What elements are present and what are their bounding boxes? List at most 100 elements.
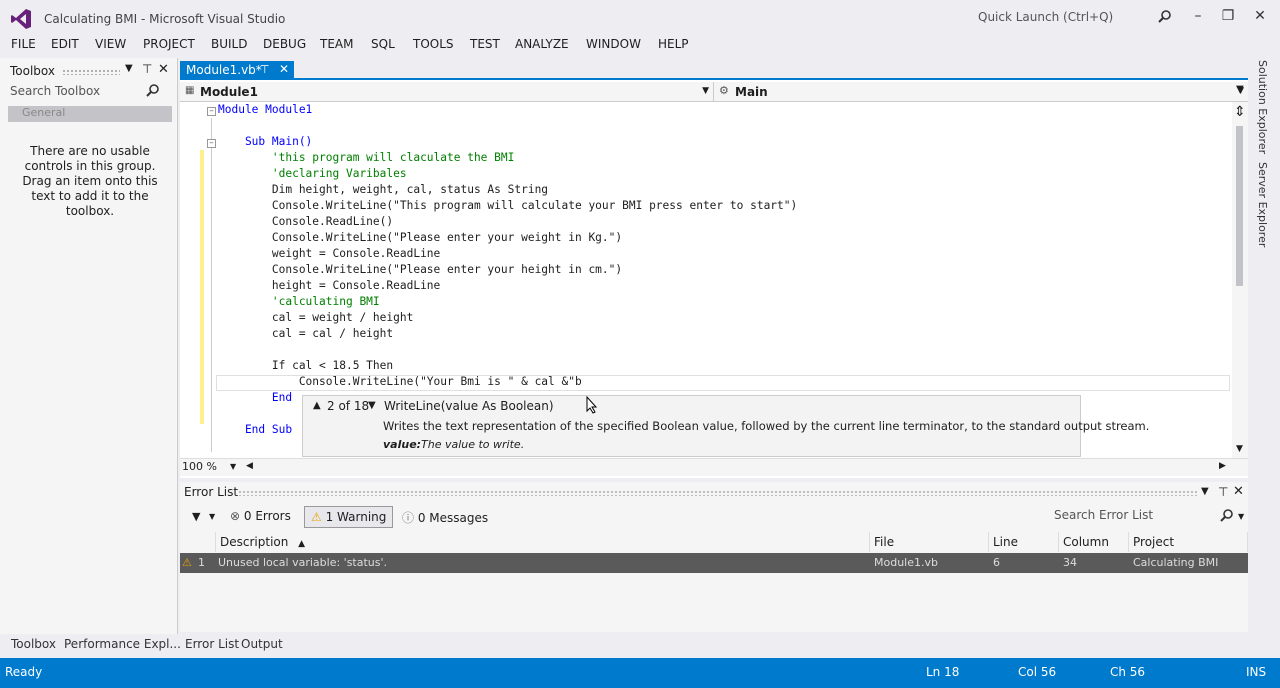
menu-tools[interactable]: TOOLS (413, 37, 454, 51)
close-icon[interactable]: ✕ (158, 62, 169, 77)
tab-performance-explorer[interactable]: Performance Expl... (64, 637, 181, 651)
pin-icon[interactable]: ⊤ (260, 63, 270, 76)
column-header-file[interactable]: File (870, 532, 989, 552)
code-line: Console.WriteLine("Your Bmi is " & cal &… (218, 375, 582, 388)
filter-icon[interactable]: ▼ (192, 510, 200, 523)
menu-test[interactable]: TEST (470, 37, 500, 51)
pin-icon[interactable]: ⊤ (142, 62, 152, 76)
search-icon[interactable] (1220, 508, 1234, 522)
menu-analyze[interactable]: ANALYZE (515, 37, 569, 51)
toolbox-group-general[interactable]: General (8, 106, 172, 122)
search-icon[interactable] (1158, 9, 1172, 23)
status-char: Ch 56 (1110, 665, 1146, 679)
document-tab-strip (180, 58, 1248, 80)
menu-sql[interactable]: SQL (371, 37, 395, 51)
column-header-project[interactable]: Project (1129, 532, 1248, 552)
messages-filter-button[interactable]: ⓘ 0 Messages (396, 506, 494, 528)
tab-output[interactable]: Output (241, 637, 283, 651)
column-header-severity[interactable] (180, 532, 216, 552)
toolbox-title: Toolbox (10, 64, 55, 78)
change-tracking-bar (200, 150, 204, 424)
editor-scroll-thumb[interactable] (1236, 126, 1243, 286)
type-dropdown[interactable]: ▦ Module1 ▼ (180, 82, 714, 102)
panel-grip[interactable] (62, 69, 120, 75)
messages-count: 0 Messages (417, 511, 489, 525)
warnings-filter-button[interactable]: ⚠ 1 Warning (304, 506, 394, 528)
close-icon[interactable]: ✕ (279, 62, 289, 76)
menu-window[interactable]: WINDOW (586, 37, 641, 51)
code-line: 'this program will claculate the BMI (218, 151, 515, 164)
previous-overload-icon[interactable]: ▲ (313, 400, 321, 411)
chevron-down-icon[interactable]: ▼ (209, 512, 215, 521)
code-line: End (218, 391, 293, 404)
code-line: height = Console.ReadLine (218, 279, 441, 292)
minimize-icon[interactable]: – (1188, 8, 1208, 24)
menu-edit[interactable]: EDIT (51, 37, 79, 51)
chevron-down-icon[interactable]: ▼ (230, 462, 236, 471)
column-header-description[interactable]: Description ▲ (216, 532, 870, 552)
code-line: Console.WriteLine("Please enter your wei… (218, 231, 623, 244)
pin-icon[interactable]: ⊤ (1218, 485, 1228, 499)
tab-module1[interactable]: Module1.vb* ⊤ ✕ (180, 61, 294, 80)
panel-grip[interactable] (238, 490, 1198, 496)
code-line: If cal < 18.5 Then (218, 359, 394, 372)
member-dropdown[interactable]: ⚙ Main ▼ (715, 82, 1248, 102)
next-overload-icon[interactable]: ▼ (368, 400, 376, 411)
errors-filter-button[interactable]: ⊗ 0 Errors (224, 506, 297, 528)
scroll-down-icon[interactable]: ▼ (1236, 444, 1243, 454)
menu-bar: FILE EDIT VIEW PROJECT BUILD DEBUG TEAM … (0, 34, 1280, 56)
zoom-level-dropdown[interactable]: 100 % (182, 460, 217, 473)
column-header-column[interactable]: Column (1059, 532, 1129, 552)
split-icon[interactable]: ⇕ (1234, 104, 1246, 120)
search-icon[interactable] (146, 83, 160, 97)
parameter-description: The value to write. (421, 438, 525, 451)
status-line: Ln 18 (926, 665, 960, 679)
menu-view[interactable]: VIEW (95, 37, 126, 51)
server-explorer-tab[interactable]: Server Explorer (1256, 162, 1269, 247)
error-list-grid: Description ▲ File Line Column Project ⚠… (180, 532, 1248, 574)
close-icon[interactable]: ✕ (1233, 484, 1244, 499)
code-line: weight = Console.ReadLine (218, 247, 441, 260)
warning-icon: ⚠ (311, 510, 322, 524)
editor-horizontal-scrollbar[interactable] (180, 458, 1248, 476)
collapse-icon[interactable]: – (207, 107, 216, 116)
sort-ascending-icon: ▲ (298, 539, 306, 549)
chevron-down-icon[interactable]: ▼ (1238, 512, 1244, 521)
menu-help[interactable]: HELP (658, 37, 689, 51)
parameter-name: value: (383, 438, 422, 451)
menu-build[interactable]: BUILD (211, 37, 247, 51)
column-header-label: Project (1133, 535, 1175, 549)
tab-toolbox[interactable]: Toolbox (11, 637, 56, 651)
menu-file[interactable]: FILE (11, 37, 36, 51)
error-icon: ⊗ (230, 509, 241, 523)
restore-icon[interactable]: ❐ (1218, 8, 1238, 24)
solution-explorer-tab[interactable]: Solution Explorer (1256, 60, 1269, 154)
class-icon: ▦ (185, 85, 195, 96)
column-header-line[interactable]: Line (989, 532, 1059, 552)
code-line: Console.WriteLine("This program will cal… (218, 199, 798, 212)
chevron-down-icon: ▼ (702, 86, 709, 96)
dropdown-arrow-icon[interactable]: ▼ (1201, 486, 1209, 497)
menu-team[interactable]: TEAM (320, 37, 353, 51)
chevron-down-icon[interactable]: ▼ (1236, 84, 1244, 95)
close-icon[interactable]: ✕ (1250, 8, 1270, 24)
column-header-label: Column (1063, 535, 1109, 549)
collapse-icon[interactable]: – (207, 139, 216, 148)
quick-launch-input[interactable]: Quick Launch (Ctrl+Q) (978, 10, 1113, 24)
scroll-right-icon[interactable]: ▶ (1219, 461, 1226, 471)
row-project: Calculating BMI (1133, 556, 1219, 569)
method-icon: ⚙ (719, 84, 729, 97)
status-text: Ready (5, 665, 43, 679)
code-line: 'declaring Varibales (218, 167, 407, 180)
menu-project[interactable]: PROJECT (143, 37, 195, 51)
scroll-left-icon[interactable]: ◀ (246, 461, 253, 471)
window-title: Calculating BMI - Microsoft Visual Studi… (44, 12, 286, 26)
search-error-list-input[interactable]: Search Error List (1054, 508, 1153, 522)
status-column: Col 56 (1018, 665, 1057, 679)
member-dropdown-label: Main (735, 85, 768, 99)
menu-debug[interactable]: DEBUG (263, 37, 306, 51)
toolbox-search-input[interactable]: Search Toolbox (10, 84, 100, 98)
table-row[interactable]: ⚠ 1 Unused local variable: 'status'. Mod… (180, 553, 1248, 573)
tab-error-list[interactable]: Error List (185, 637, 239, 651)
dropdown-arrow-icon[interactable]: ▼ (125, 63, 133, 74)
